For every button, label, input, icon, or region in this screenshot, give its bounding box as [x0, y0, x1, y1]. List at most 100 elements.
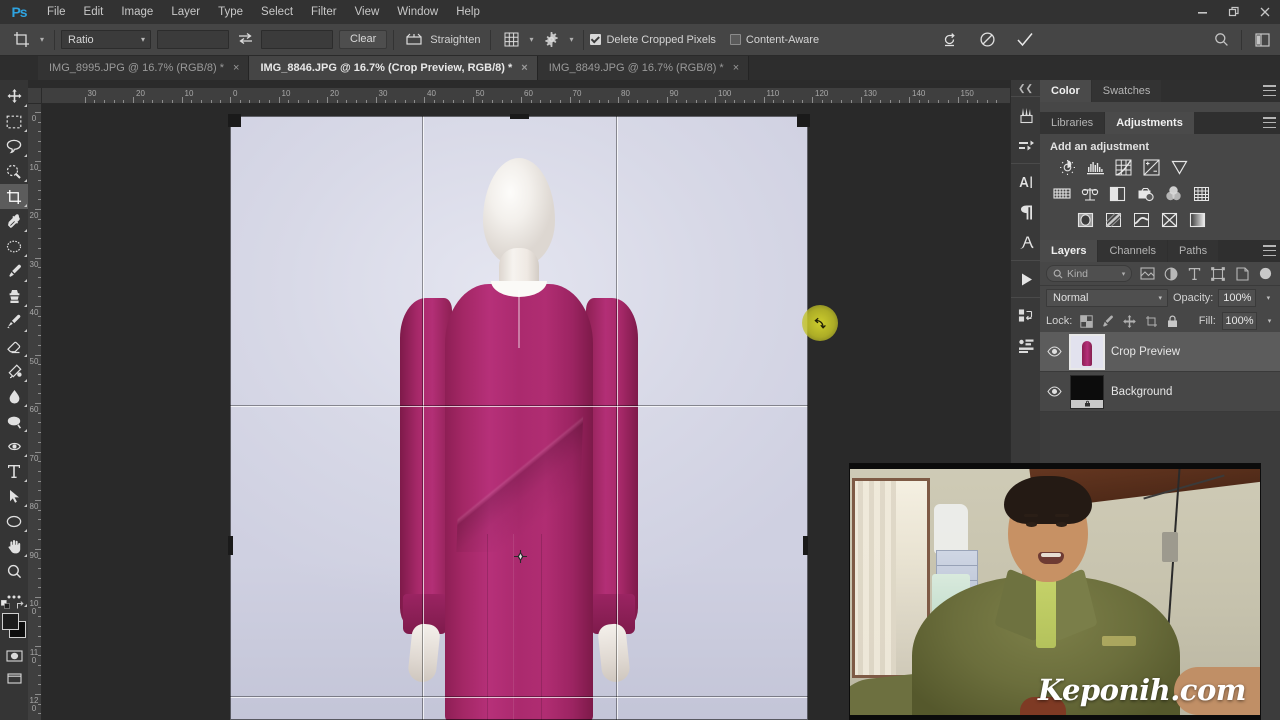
crop-height-input[interactable] [261, 30, 333, 49]
crop-tool-icon[interactable] [6, 28, 36, 52]
crop-handle-middle-right[interactable] [803, 536, 808, 555]
search-icon[interactable] [1207, 28, 1235, 52]
color-lookup-icon[interactable] [1192, 184, 1211, 203]
lock-artboard-nesting-icon[interactable] [1143, 313, 1159, 330]
foreground-color-swatch[interactable] [2, 613, 19, 630]
levels-icon[interactable] [1086, 158, 1105, 177]
crop-tool[interactable] [0, 184, 28, 209]
swap-colors-icon[interactable] [16, 600, 26, 613]
adjustment-layers-filter-icon[interactable] [1163, 265, 1180, 282]
rectangular-marquee-tool[interactable] [0, 109, 28, 134]
quick-selection-tool[interactable] [0, 159, 28, 184]
tab-swatches[interactable]: Swatches [1091, 80, 1162, 102]
lock-image-pixels-icon[interactable] [1100, 313, 1116, 330]
screen-mode-icon[interactable] [0, 667, 28, 689]
gradient-tool[interactable] [0, 359, 28, 384]
lock-transparent-pixels-icon[interactable] [1078, 313, 1094, 330]
menu-help[interactable]: Help [447, 0, 489, 24]
menu-view[interactable]: View [346, 0, 389, 24]
swap-arrows-icon[interactable] [235, 32, 255, 48]
layer-kind-filter[interactable]: Kind ▾ [1046, 265, 1133, 282]
tool-preset-chevron-icon[interactable]: ▾ [36, 35, 48, 44]
brushes-panel-icon[interactable] [1011, 100, 1041, 130]
minimize-button[interactable] [1187, 0, 1218, 24]
reference-point-crosshair[interactable] [514, 550, 536, 563]
tab-libraries[interactable]: Libraries [1040, 112, 1105, 134]
invert-icon[interactable] [1076, 210, 1095, 229]
shape-layers-filter-icon[interactable] [1210, 265, 1227, 282]
character-panel-icon[interactable] [1011, 167, 1041, 197]
menu-file[interactable]: File [38, 0, 75, 24]
gradient-map-icon[interactable] [1188, 210, 1207, 229]
curves-icon[interactable] [1114, 158, 1133, 177]
close-icon[interactable]: × [733, 62, 739, 74]
history-brush-tool[interactable] [0, 309, 28, 334]
close-icon[interactable]: × [521, 62, 527, 74]
layer-name-crop-preview[interactable]: Crop Preview [1111, 346, 1180, 358]
menu-type[interactable]: Type [209, 0, 252, 24]
collapse-panels-icon[interactable]: ❮❮ [1011, 80, 1040, 96]
layer-row-background[interactable]: Background [1040, 372, 1280, 412]
clone-stamp-tool[interactable] [0, 284, 28, 309]
menu-edit[interactable]: Edit [75, 0, 113, 24]
photo-filter-icon[interactable] [1136, 184, 1155, 203]
dodge-tool[interactable] [0, 409, 28, 434]
document-tab-img8846[interactable]: IMG_8846.JPG @ 16.7% (Crop Preview, RGB/… [249, 56, 538, 80]
horizontal-ruler[interactable]: 30 20 10 0 10 20 30 40 50 60 70 80 90 100 110 120 130 140… [42, 88, 1010, 104]
tab-channels[interactable]: Channels [1098, 240, 1167, 262]
menu-window[interactable]: Window [388, 0, 447, 24]
restore-button[interactable] [1218, 0, 1249, 24]
vertical-ruler[interactable]: 0 10 20 30 40 50 60 70 80 90 100 110 120 [28, 104, 42, 720]
opacity-value[interactable]: 100% [1218, 289, 1257, 307]
selective-color-icon[interactable] [1160, 210, 1179, 229]
hand-tool[interactable] [0, 534, 28, 559]
filter-toggle-icon[interactable] [1257, 265, 1274, 282]
move-tool[interactable] [0, 84, 28, 109]
layer-thumbnail-crop-preview[interactable] [1069, 333, 1105, 370]
opacity-chevron-icon[interactable]: ▾ [1261, 294, 1275, 302]
paragraph-panel-icon[interactable] [1011, 197, 1041, 227]
eraser-tool[interactable] [0, 334, 28, 359]
eye-visibility-icon[interactable] [1046, 346, 1063, 357]
layer-row-crop-preview[interactable]: Crop Preview [1040, 332, 1280, 372]
crop-handle-top-left[interactable] [228, 114, 241, 127]
eyedropper-tool[interactable] [0, 209, 28, 234]
lock-all-icon[interactable] [1165, 313, 1181, 330]
type-layers-filter-icon[interactable] [1186, 265, 1203, 282]
document-tab-img8995[interactable]: IMG_8995.JPG @ 16.7% (RGB/8) * × [38, 56, 250, 80]
tab-color[interactable]: Color [1040, 80, 1091, 102]
crop-handle-top-right[interactable] [797, 114, 810, 127]
pixel-layers-filter-icon[interactable] [1139, 265, 1156, 282]
ellipse-tool[interactable] [0, 509, 28, 534]
panel-menu-icon[interactable] [1263, 117, 1276, 128]
color-balance-icon[interactable] [1080, 184, 1099, 203]
menu-image[interactable]: Image [112, 0, 162, 24]
close-icon[interactable]: × [233, 62, 239, 74]
crop-width-input[interactable] [157, 30, 229, 49]
black-white-icon[interactable] [1108, 184, 1127, 203]
fill-value[interactable]: 100% [1221, 312, 1258, 330]
tab-adjustments[interactable]: Adjustments [1105, 112, 1194, 134]
straighten-icon[interactable] [400, 28, 428, 52]
panel-menu-icon[interactable] [1263, 85, 1276, 96]
glyphs-panel-icon[interactable] [1011, 227, 1041, 257]
grid-overlay-icon[interactable] [497, 28, 525, 52]
smart-object-filter-icon[interactable] [1234, 265, 1251, 282]
cancel-icon[interactable] [973, 28, 1001, 52]
channel-mixer-icon[interactable] [1164, 184, 1183, 203]
pen-tool[interactable] [0, 434, 28, 459]
threshold-icon[interactable] [1132, 210, 1151, 229]
healing-brush-tool[interactable] [0, 234, 28, 259]
document-tab-img8849[interactable]: IMG_8849.JPG @ 16.7% (RGB/8) * × [537, 56, 750, 80]
layer-comps-panel-icon[interactable] [1011, 331, 1041, 361]
menu-filter[interactable]: Filter [302, 0, 346, 24]
reset-icon[interactable] [935, 28, 963, 52]
gear-icon[interactable] [537, 28, 565, 52]
default-colors-icon[interactable] [0, 599, 10, 609]
lock-position-icon[interactable] [1122, 313, 1138, 330]
quick-mask-icon[interactable] [0, 645, 28, 667]
close-button[interactable] [1249, 0, 1280, 24]
menu-layer[interactable]: Layer [162, 0, 209, 24]
tab-layers[interactable]: Layers [1040, 240, 1098, 262]
delete-cropped-pixels-checkbox[interactable]: Delete Cropped Pixels [590, 34, 716, 46]
